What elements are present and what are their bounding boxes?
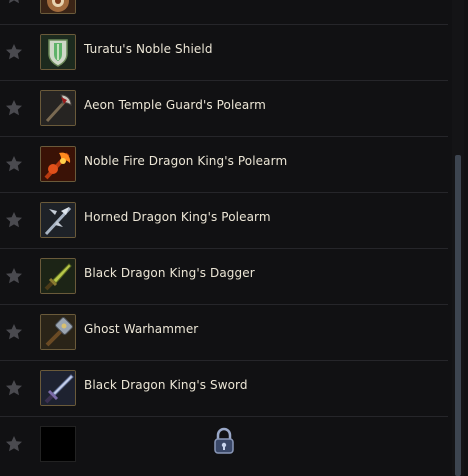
warhammer-icon (40, 314, 76, 350)
star-icon[interactable] (4, 266, 24, 286)
item-name: Aeon Temple Guard's Polearm (84, 98, 266, 112)
item-name: Black Dragon King's Dagger (84, 266, 255, 280)
list-item[interactable]: Ghost Warhammer (0, 305, 448, 361)
scrollbar-thumb[interactable] (455, 155, 461, 476)
item-name: Horned Dragon King's Polearm (84, 210, 271, 224)
list-item[interactable]: Aeon Temple Guard's Polearm (0, 81, 448, 137)
empty-slot (40, 426, 76, 462)
star-icon[interactable] (4, 42, 24, 62)
wishlist-list: Turatu's Noble Shield Aeon Temple Guard'… (0, 0, 450, 476)
star-icon[interactable] (4, 378, 24, 398)
star-icon[interactable] (4, 322, 24, 342)
lock-icon[interactable] (212, 427, 236, 455)
list-item[interactable]: Horned Dragon King's Polearm (0, 193, 448, 249)
star-icon[interactable] (4, 0, 24, 6)
star-icon[interactable] (4, 98, 24, 118)
star-icon[interactable] (4, 210, 24, 230)
star-icon[interactable] (4, 434, 24, 454)
item-name: Noble Fire Dragon King's Polearm (84, 154, 288, 168)
list-item[interactable]: Turatu's Noble Shield (0, 25, 448, 81)
list-item[interactable] (0, 0, 448, 25)
fire-polearm-icon (40, 146, 76, 182)
item-name: Black Dragon King's Sword (84, 378, 248, 392)
polearm-icon (40, 90, 76, 126)
sword-icon (40, 370, 76, 406)
list-item[interactable]: Black Dragon King's Dagger (0, 249, 448, 305)
star-icon[interactable] (4, 154, 24, 174)
shield-icon (40, 34, 76, 70)
horned-polearm-icon (40, 202, 76, 238)
item-name: Turatu's Noble Shield (84, 42, 213, 56)
list-item[interactable]: Black Dragon King's Sword (0, 361, 448, 417)
list-item[interactable]: Noble Fire Dragon King's Polearm (0, 137, 448, 193)
shield-ornament-icon (40, 0, 76, 14)
dagger-icon (40, 258, 76, 294)
item-name: Ghost Warhammer (84, 322, 199, 336)
locked-slot[interactable] (0, 417, 448, 473)
